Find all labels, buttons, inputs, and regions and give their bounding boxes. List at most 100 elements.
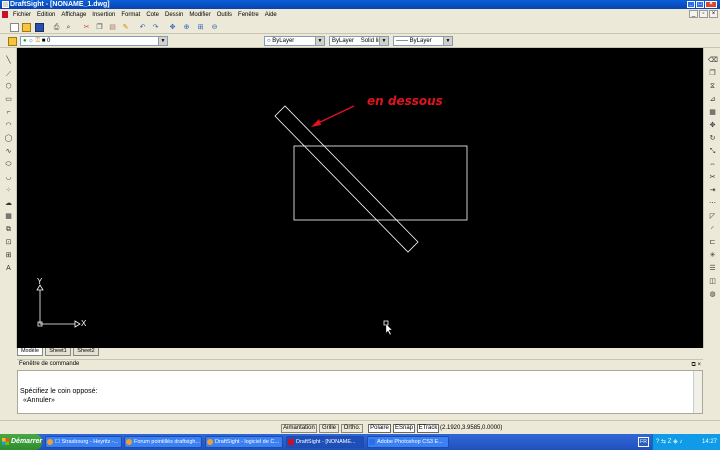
table-icon[interactable]: ⊞	[4, 251, 13, 260]
tray-help-icon[interactable]: ?	[656, 439, 659, 445]
mirror-icon[interactable]: ⧖	[708, 82, 717, 91]
grid-toggle[interactable]: Grille	[319, 424, 339, 433]
maximize-button[interactable]: □	[696, 1, 704, 8]
polar-toggle[interactable]: Polaire	[368, 424, 391, 433]
language-indicator[interactable]: FR	[638, 437, 649, 447]
open-folder-icon[interactable]	[22, 23, 31, 32]
color-icon[interactable]: ◍	[708, 290, 717, 299]
circle-icon[interactable]: ◯	[4, 134, 13, 143]
menu-format[interactable]: Format	[118, 12, 143, 18]
print-icon[interactable]: ⎙	[52, 23, 61, 32]
tray-volume-icon[interactable]: ♪	[679, 439, 682, 445]
erase-icon[interactable]: ⌫	[708, 56, 718, 65]
save-icon[interactable]	[35, 23, 44, 32]
offset-icon[interactable]: ⊿	[708, 95, 717, 104]
note-icon[interactable]: A	[4, 264, 13, 273]
spline-icon[interactable]: ∿	[4, 147, 13, 156]
menu-aide[interactable]: Aide	[262, 12, 280, 18]
color-combo[interactable]: ○ ByLayer ▼	[264, 36, 325, 46]
close-button[interactable]: ×	[705, 1, 717, 8]
linestyle-combo[interactable]: ByLayer Solid line ▼	[329, 36, 389, 46]
command-window-controls[interactable]: ⧉ ×	[692, 361, 701, 370]
drawn-rectangle[interactable]	[293, 145, 468, 221]
task-forum[interactable]: Forum pointillés draftsigh...	[124, 436, 202, 448]
menu-dessin[interactable]: Dessin	[162, 12, 186, 18]
menu-outils[interactable]: Outils	[214, 12, 235, 18]
esnap-toggle[interactable]: ESnap	[393, 424, 415, 433]
task-photoshop[interactable]: Adobe Photoshop CS3 E...	[367, 436, 449, 448]
snap-toggle[interactable]: Aimantation	[281, 424, 317, 433]
polygon-icon[interactable]: ⬡	[4, 82, 13, 91]
chevron-down-icon[interactable]: ▼	[379, 37, 388, 45]
arc-icon[interactable]: ◠	[4, 121, 13, 130]
copy-icon[interactable]: ❐	[95, 23, 104, 32]
insert-block-icon[interactable]: ⊡	[4, 238, 13, 247]
menu-fichier[interactable]: Fichier	[10, 12, 34, 18]
tray-shield-icon[interactable]: ◈	[673, 439, 678, 445]
infinite-line-icon[interactable]: ⟋	[4, 70, 13, 79]
properties-icon[interactable]: ☰	[708, 264, 717, 273]
pattern-icon[interactable]: ▦	[708, 108, 717, 117]
tray-network-icon[interactable]: ⇆	[661, 439, 666, 445]
scale-icon[interactable]: ⤡	[708, 147, 717, 156]
extend-icon[interactable]: ⇥	[708, 186, 717, 195]
fillet-icon[interactable]: ◜	[708, 225, 717, 234]
ellipse-icon[interactable]: ⬭	[4, 160, 13, 169]
redo-icon[interactable]: ↷	[151, 23, 160, 32]
print-preview-icon[interactable]: ⌕	[64, 23, 73, 32]
menu-edition[interactable]: Edition	[34, 12, 58, 18]
task-draftsight-web[interactable]: DraftSight - logiciel de C...	[205, 436, 283, 448]
chevron-down-icon[interactable]: ▼	[443, 37, 452, 45]
chevron-down-icon[interactable]: ▼	[315, 37, 324, 45]
chamfer-icon[interactable]: ◸	[708, 212, 717, 221]
new-file-icon[interactable]	[10, 23, 19, 32]
ortho-toggle[interactable]: Ortho.	[341, 424, 363, 433]
lineweight-combo[interactable]: —— ByLayer ▼	[393, 36, 453, 46]
doc-restore-button[interactable]: ▫	[699, 10, 708, 18]
etrack-toggle[interactable]: ETrack	[417, 424, 439, 433]
undo-icon[interactable]: ↶	[138, 23, 147, 32]
layer-combo[interactable]: ● ☼ ⚿ ■ 0 ▼	[20, 36, 168, 46]
zoom-realtime-icon[interactable]: ⊕	[182, 23, 191, 32]
ellipse-arc-icon[interactable]: ◡	[4, 173, 13, 182]
chevron-down-icon[interactable]: ▼	[158, 37, 167, 45]
menu-fenetre[interactable]: Fenêtre	[235, 12, 262, 18]
paste-icon[interactable]: ▤	[108, 23, 117, 32]
copy-entity-icon[interactable]: ❐	[708, 69, 717, 78]
minimize-button[interactable]: _	[687, 1, 695, 8]
tab-sheet1[interactable]: Sheet1	[45, 348, 71, 356]
drawing-canvas[interactable]: en dessous Y X	[17, 48, 703, 348]
start-button[interactable]: Démarrer	[0, 434, 42, 450]
cloud-icon[interactable]: ☁	[4, 199, 13, 208]
polyline-icon[interactable]: ⌐	[4, 108, 13, 117]
drawn-rotated-bar[interactable]	[274, 105, 419, 253]
cut-icon[interactable]: ✂	[82, 23, 91, 32]
match-properties-icon[interactable]: ✎	[121, 23, 130, 32]
join-icon[interactable]: ⊏	[708, 238, 717, 247]
move-icon[interactable]: ✥	[708, 121, 717, 130]
tray-app-icon[interactable]: Z	[668, 439, 672, 445]
menu-insertion[interactable]: Insertion	[89, 12, 118, 18]
break-icon[interactable]: ⋯	[708, 199, 717, 208]
line-icon[interactable]: ╲	[4, 56, 13, 65]
command-window[interactable]: Spécifiez le coin opposé: «Annuler»	[17, 370, 703, 414]
clock[interactable]: 14:27	[702, 434, 717, 450]
app-icon[interactable]	[2, 1, 9, 8]
stretch-icon[interactable]: ⇔	[708, 160, 717, 169]
menu-cote[interactable]: Cote	[143, 12, 162, 18]
doc-minimize-button[interactable]: _	[689, 10, 698, 18]
tab-modele[interactable]: Modèle	[17, 348, 43, 356]
command-scrollbar[interactable]	[693, 371, 702, 413]
trim-icon[interactable]: ✂	[708, 173, 717, 182]
layer-manager-icon[interactable]	[8, 37, 17, 46]
explode-icon[interactable]: ✳	[708, 251, 717, 260]
rectangle-icon[interactable]: ▭	[4, 95, 13, 104]
block-icon[interactable]: ⧉	[4, 225, 13, 234]
layer-icon[interactable]: ◫	[708, 277, 717, 286]
pan-icon[interactable]: ✥	[168, 23, 177, 32]
point-icon[interactable]: ⁘	[4, 186, 13, 195]
menu-modifier[interactable]: Modifier	[186, 12, 213, 18]
zoom-previous-icon[interactable]: ⊖	[210, 23, 219, 32]
zoom-window-icon[interactable]: ⊞	[196, 23, 205, 32]
doc-icon[interactable]	[2, 11, 8, 18]
